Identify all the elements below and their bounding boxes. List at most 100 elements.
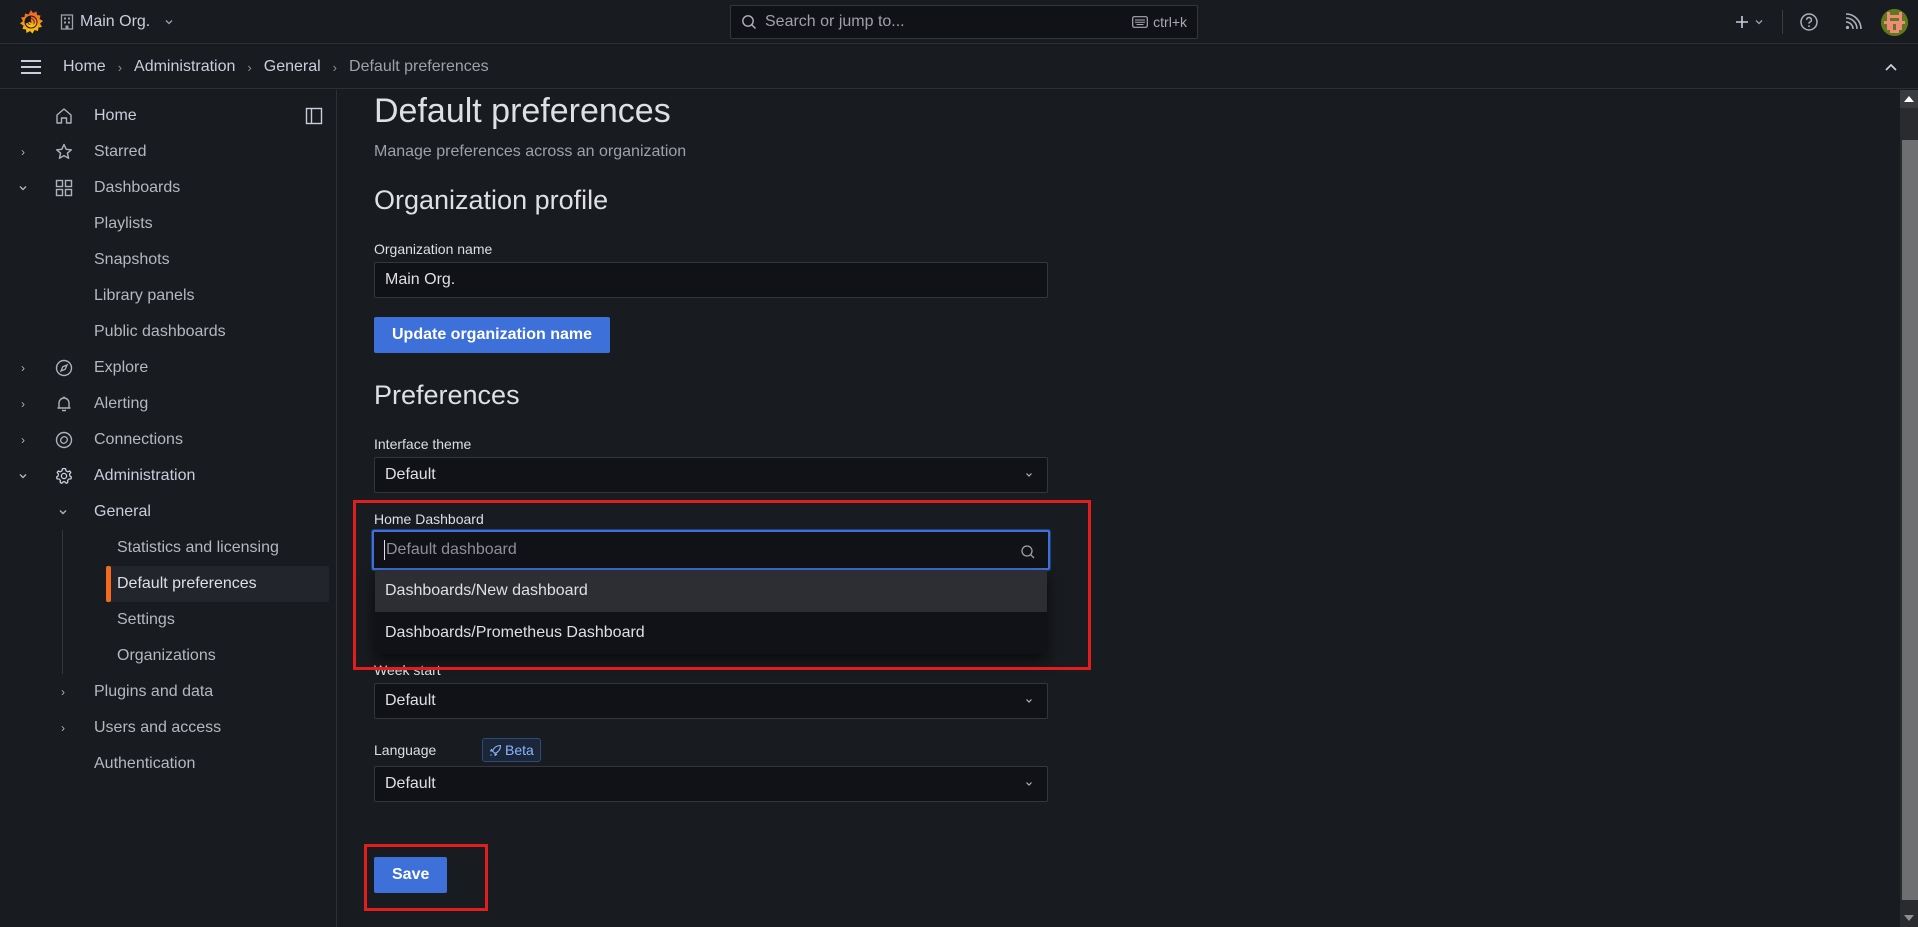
sidebar: Home › Starred Dashboards Playlists Snap… — [0, 90, 337, 927]
interface-theme-label: Interface theme — [374, 436, 472, 452]
keyboard-icon — [1132, 16, 1149, 28]
new-button[interactable] — [1734, 10, 1770, 34]
chevron-down-icon — [1026, 699, 1032, 703]
compass-icon — [55, 359, 73, 377]
active-indicator — [106, 566, 111, 602]
page-subtitle: Manage preferences across an organizatio… — [374, 143, 687, 160]
sidebar-item-dashboards[interactable]: Dashboards — [0, 170, 330, 206]
sidebar-item-label: Explore — [94, 359, 149, 376]
sidebar-item-label: Alerting — [94, 395, 149, 412]
breadcrumb-current: Default preferences — [349, 58, 489, 75]
news-feed-icon[interactable] — [1843, 12, 1863, 32]
chevron-up-icon[interactable] — [1883, 60, 1899, 74]
menu-icon[interactable] — [20, 59, 42, 75]
home-dashboard-select[interactable]: Default dashboard — [372, 530, 1050, 570]
rocket-icon — [489, 744, 502, 756]
sidebar-item-label: Snapshots — [94, 251, 170, 268]
breadcrumb: Home › Administration › General › Defaul… — [63, 56, 489, 78]
chevron-down-icon[interactable] — [16, 181, 30, 195]
sidebar-item-users-and-access[interactable]: › Users and access — [0, 710, 330, 746]
grafana-logo-icon[interactable] — [18, 9, 44, 35]
chevron-right-icon[interactable]: › — [56, 685, 70, 699]
chevron-down-icon[interactable] — [56, 505, 70, 519]
sidebar-item-general[interactable]: General — [0, 494, 330, 530]
chevron-right-icon: › — [332, 59, 338, 75]
home-dashboard-dropdown: Dashboards/New dashboard Dashboards/Prom… — [375, 570, 1047, 654]
sidebar-item-library-panels[interactable]: Library panels — [0, 278, 330, 314]
sidebar-item-playlists[interactable]: Playlists — [0, 206, 330, 242]
sidebar-item-plugins-and-data[interactable]: › Plugins and data — [0, 674, 330, 710]
sidebar-item-label: Users and access — [94, 719, 222, 736]
language-select[interactable]: Default — [374, 766, 1048, 802]
week-start-select[interactable]: Default — [374, 683, 1048, 719]
chevron-right-icon[interactable]: › — [56, 721, 70, 735]
scroll-up-arrow-icon[interactable] — [1900, 90, 1918, 108]
sidebar-item-default-preferences[interactable]: Default preferences — [106, 566, 329, 602]
sidebar-item-starred[interactable]: › Starred — [0, 134, 330, 170]
interface-theme-select[interactable]: Default — [374, 457, 1048, 493]
sidebar-item-home[interactable]: Home — [0, 98, 330, 134]
language-value: Default — [385, 775, 436, 792]
apps-icon — [55, 179, 73, 197]
sidebar-item-connections[interactable]: › Connections — [0, 422, 330, 458]
dropdown-option[interactable]: Dashboards/New dashboard — [375, 570, 1047, 612]
org-profile-heading: Organization profile — [374, 185, 609, 215]
chevron-right-icon[interactable]: › — [16, 433, 30, 447]
scroll-down-arrow-icon[interactable] — [1900, 909, 1918, 927]
page-title: Default preferences — [374, 92, 671, 130]
home-dashboard-placeholder: Default dashboard — [386, 541, 517, 558]
beta-badge-text: Beta — [505, 742, 534, 758]
search-icon — [742, 15, 756, 29]
chevron-down-icon — [1026, 473, 1032, 477]
sidebar-item-alerting[interactable]: › Alerting — [0, 386, 330, 422]
user-avatar[interactable] — [1881, 9, 1908, 36]
sidebar-item-label: Starred — [94, 143, 147, 160]
sidebar-item-explore[interactable]: › Explore — [0, 350, 330, 386]
main-content: Default preferences Manage preferences a… — [338, 90, 1900, 927]
sidebar-item-authentication[interactable]: Authentication — [0, 746, 330, 782]
toolbar-divider — [1782, 10, 1783, 34]
chevron-down-icon[interactable] — [16, 469, 30, 483]
breadcrumb-administration[interactable]: Administration — [134, 58, 235, 76]
sidebar-item-label: Connections — [94, 431, 183, 448]
help-icon[interactable] — [1799, 12, 1819, 32]
sidebar-item-organizations[interactable]: Organizations — [0, 638, 330, 674]
text-cursor — [384, 540, 385, 560]
update-org-name-button[interactable]: Update organization name — [374, 317, 611, 353]
chevron-right-icon[interactable]: › — [16, 361, 30, 375]
home-icon — [56, 108, 72, 124]
chevron-right-icon[interactable]: › — [16, 397, 30, 411]
org-name-input[interactable]: Main Org. — [374, 262, 1048, 298]
sidebar-item-administration[interactable]: Administration — [0, 458, 330, 494]
beta-badge: Beta — [482, 738, 541, 762]
breadcrumb-general[interactable]: General — [264, 58, 321, 76]
search-placeholder: Search or jump to... — [765, 13, 905, 30]
org-name-value: Main Org. — [385, 271, 456, 288]
search-shortcut: ctrl+k — [1132, 14, 1187, 30]
sidebar-item-settings[interactable]: Settings — [0, 602, 330, 638]
connections-icon — [55, 431, 73, 449]
nav-bar: Home › Administration › General › Defaul… — [0, 45, 1918, 89]
chevron-right-icon: › — [117, 59, 123, 75]
org-switcher[interactable]: Main Org. — [60, 10, 174, 34]
sidebar-item-public-dashboards[interactable]: Public dashboards — [0, 314, 330, 350]
preferences-heading: Preferences — [374, 380, 520, 410]
sidebar-item-label: Plugins and data — [94, 683, 214, 700]
search-icon — [1021, 545, 1035, 559]
cog-icon — [55, 467, 73, 484]
dropdown-option[interactable]: Dashboards/Prometheus Dashboard — [375, 612, 1047, 654]
scrollbar[interactable] — [1900, 90, 1918, 927]
org-name: Main Org. — [80, 13, 151, 30]
sidebar-item-label: Organizations — [117, 647, 216, 664]
plus-icon — [1736, 16, 1748, 28]
sidebar-item-snapshots[interactable]: Snapshots — [0, 242, 330, 278]
language-label: Language — [374, 742, 437, 758]
org-name-label: Organization name — [374, 241, 493, 257]
breadcrumb-home[interactable]: Home — [63, 58, 106, 76]
sidebar-item-label: Public dashboards — [94, 323, 226, 340]
scrollbar-thumb[interactable] — [1902, 140, 1918, 900]
search-bar[interactable]: Search or jump to... ctrl+k — [730, 5, 1198, 39]
sidebar-item-statistics-and-licensing[interactable]: Statistics and licensing — [0, 530, 330, 566]
chevron-right-icon[interactable]: › — [16, 145, 30, 159]
save-button[interactable]: Save — [374, 857, 448, 893]
